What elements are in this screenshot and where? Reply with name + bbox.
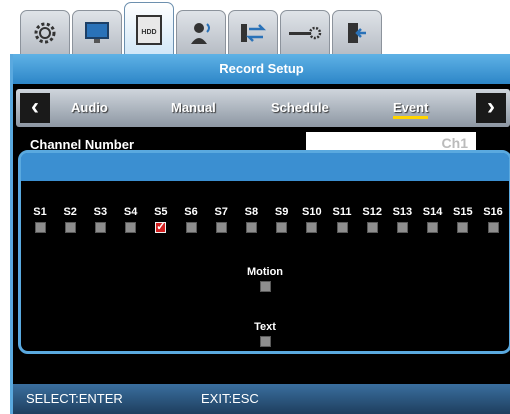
next-tab-arrow-icon[interactable]: › [476, 93, 506, 123]
tab-user[interactable] [176, 10, 226, 56]
sensor-label: S2 [63, 206, 77, 218]
sensor-item: S12 [359, 205, 385, 238]
hdd-icon: HDD [136, 15, 162, 45]
event-panel: S1S2S3S4S5S6S7S8S9S10S11S12S13S14S15S16 … [18, 150, 510, 354]
sensor-item: S2 [57, 205, 83, 238]
tab-network[interactable] [228, 10, 278, 56]
text-option: Text [21, 321, 509, 352]
sensor-label: S8 [244, 206, 259, 218]
sensor-label: S5 [154, 206, 168, 218]
sensor-checkbox[interactable] [336, 222, 348, 233]
gear-icon [34, 22, 56, 44]
sensor-item: S4 [118, 205, 144, 238]
record-setup-window: Record Setup ‹ Audio Manual Schedule Eve… [10, 54, 510, 414]
sensor-label: S12 [362, 206, 382, 218]
text-checkbox[interactable] [259, 336, 271, 347]
sensor-label: S1 [33, 206, 47, 218]
sensor-item: S9 [269, 205, 295, 238]
sensor-item: S3 [87, 205, 113, 238]
motion-option: Motion [21, 266, 509, 297]
user-icon [191, 23, 210, 44]
sensor-checkbox[interactable] [64, 222, 76, 233]
sensor-checkbox[interactable] [94, 222, 106, 233]
motion-checkbox[interactable] [259, 281, 271, 292]
sensor-label: S9 [274, 206, 289, 218]
subtab-bar: ‹ Audio Manual Schedule Event › [16, 89, 510, 127]
sensor-label: S7 [214, 206, 228, 218]
sensor-checkbox[interactable] [155, 220, 167, 233]
sensor-label: S6 [184, 206, 198, 218]
sensor-checkbox[interactable] [245, 222, 257, 233]
top-tab-bar: HDD [0, 0, 510, 58]
sensor-checkbox[interactable] [276, 222, 288, 233]
tab-record[interactable]: HDD [124, 2, 174, 58]
sensor-item: S14 [420, 205, 446, 238]
sensor-item: S16 [480, 205, 506, 238]
event-panel-header [21, 153, 509, 181]
prev-tab-arrow-icon[interactable]: ‹ [20, 93, 50, 123]
tab-event[interactable]: Event [393, 89, 429, 127]
sensor-item: S10 [299, 205, 325, 238]
sensor-label: S14 [422, 206, 443, 218]
window-title: Record Setup [13, 54, 510, 84]
sensor-label: S15 [453, 206, 473, 218]
sensor-checkbox[interactable] [306, 222, 318, 233]
sensor-label: S10 [302, 206, 322, 218]
settings-slider-icon [289, 26, 322, 40]
sensor-checkbox[interactable] [125, 222, 137, 233]
sensor-checkbox[interactable] [34, 222, 46, 233]
tab-audio[interactable]: Audio [71, 89, 108, 127]
exit-door-icon [348, 23, 366, 43]
sensor-checkbox[interactable] [185, 222, 197, 233]
sensor-checkbox[interactable] [427, 222, 439, 233]
sensor-item: S15 [450, 205, 476, 238]
sensor-checkbox[interactable] [396, 222, 408, 233]
sensor-label: S11 [332, 206, 352, 218]
exit-hint: EXIT:ESC [201, 391, 259, 406]
tab-schedule[interactable]: Schedule [271, 89, 329, 127]
tab-manual[interactable]: Manual [171, 89, 216, 127]
sensor-item: S11 [329, 205, 355, 238]
sensor-item: S13 [389, 205, 415, 238]
sensor-checkbox[interactable] [487, 222, 499, 233]
tab-display[interactable] [72, 10, 122, 56]
sensor-label: S4 [123, 206, 138, 218]
sensor-checkbox[interactable] [215, 222, 227, 233]
footer-hint-bar: SELECT:ENTER EXIT:ESC [13, 384, 510, 414]
sensor-checkbox[interactable] [457, 222, 469, 233]
sensor-item: S6 [178, 205, 204, 238]
tab-system[interactable] [20, 10, 70, 56]
sensor-item: S8 [238, 205, 264, 238]
select-hint: SELECT:ENTER [26, 391, 123, 406]
sensor-item: S1 [27, 205, 53, 238]
monitor-icon [85, 22, 109, 43]
tab-exit[interactable] [332, 10, 382, 56]
network-icon [241, 24, 267, 42]
tab-device[interactable] [280, 10, 330, 56]
sensor-label: S13 [392, 206, 413, 218]
hdd-icon-label: HDD [141, 29, 156, 36]
sensor-item: S5 [148, 205, 174, 238]
sensor-checkbox[interactable] [366, 222, 378, 233]
sensor-item: S7 [208, 205, 234, 238]
motion-label: Motion [246, 266, 284, 278]
sensor-label: S3 [93, 206, 108, 218]
text-label: Text [254, 321, 276, 333]
sensor-label: S16 [483, 206, 503, 218]
